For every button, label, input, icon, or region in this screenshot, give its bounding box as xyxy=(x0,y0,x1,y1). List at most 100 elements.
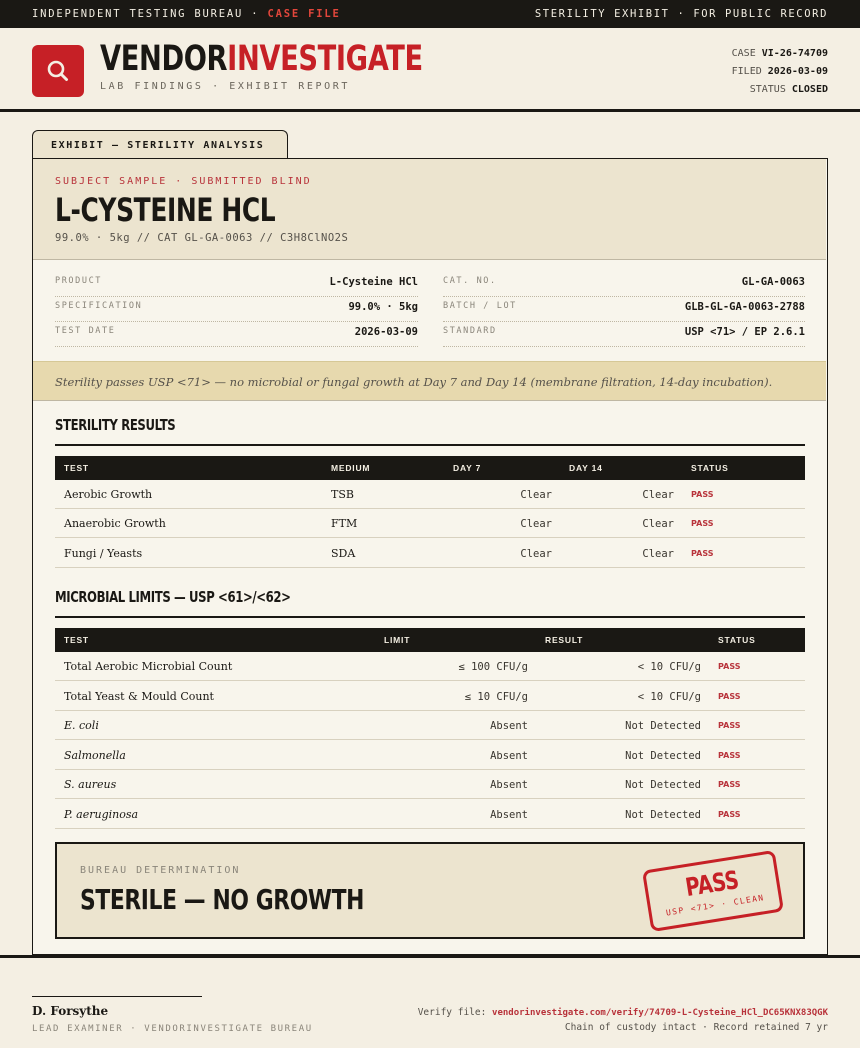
column-header: TEST xyxy=(64,463,89,473)
brand-wordmark: VENDORINVESTIGATE xyxy=(100,40,423,78)
info-label: PRODUCT xyxy=(55,276,103,286)
day14-result: Clear xyxy=(642,489,674,501)
filed-date: FILED 2026-03-09 xyxy=(732,63,828,81)
case-meta: CASE VI-26-74709 FILED 2026-03-09 STATUS… xyxy=(732,45,828,99)
result-value: Not Detected xyxy=(625,750,701,762)
info-row: PRODUCT L-Cysteine HCl xyxy=(55,271,418,297)
subject-block: SUBJECT SAMPLE · SUBMITTED BLIND L-CYSTE… xyxy=(33,159,826,260)
limit-value: Absent xyxy=(490,809,528,821)
status-badge: PASS xyxy=(718,751,741,760)
pass-stamp: PASS USP <71> · CLEAN xyxy=(641,849,785,933)
column-header: STATUS xyxy=(691,463,729,473)
info-label: TEST DATE xyxy=(55,326,116,336)
status-badge: PASS xyxy=(718,721,741,730)
limit-value: ≤ 100 CFU/g xyxy=(458,661,528,673)
medium: SDA xyxy=(331,547,356,560)
case-value: VI-26-74709 xyxy=(761,48,828,59)
test-name: E. coli xyxy=(64,719,99,732)
brand-subtitle: LAB FINDINGS · EXHIBIT REPORT xyxy=(100,81,350,92)
filed-label: FILED xyxy=(731,66,762,77)
table-row: Total Yeast & Mould Count ≤ 10 CFU/g < 1… xyxy=(55,682,805,711)
day7-result: Clear xyxy=(520,489,552,501)
medium: FTM xyxy=(331,517,358,530)
status-label: STATUS xyxy=(749,84,786,95)
result-value: Not Detected xyxy=(625,809,701,821)
day7-result: Clear xyxy=(520,548,552,560)
column-header: LIMIT xyxy=(384,635,411,645)
verify-line: Verify file: vendorinvestigate.com/verif… xyxy=(418,1007,828,1018)
medium: TSB xyxy=(331,488,354,501)
footer: D. Forsythe LEAD EXAMINER · VENDORINVEST… xyxy=(0,955,860,1048)
status-badge: PASS xyxy=(691,490,714,499)
table-row: Fungi / Yeasts SDA Clear Clear PASS xyxy=(55,539,805,568)
logo xyxy=(32,45,84,97)
test-name: Fungi / Yeasts xyxy=(64,547,143,560)
test-name: Total Aerobic Microbial Count xyxy=(64,660,233,673)
top-bar: INDEPENDENT TESTING BUREAU · CASE FILE S… xyxy=(0,0,860,28)
info-row: SPECIFICATION 99.0% · 5kg xyxy=(55,296,418,322)
determination-title-text: STERILE — NO GROWTH xyxy=(80,883,364,916)
determination-kicker: BUREAU DETERMINATION xyxy=(80,865,241,876)
case-status: STATUS CLOSED xyxy=(732,81,828,99)
signature-line xyxy=(32,996,202,997)
column-header: DAY 7 xyxy=(453,463,482,473)
info-row: TEST DATE 2026-03-09 xyxy=(55,321,418,347)
subject-details: 99.0% · 5kg // CAT GL-GA-0063 // C3H8ClN… xyxy=(55,232,349,244)
header: VENDORINVESTIGATE LAB FINDINGS · EXHIBIT… xyxy=(0,28,860,112)
custody-note: Chain of custody intact · Record retaine… xyxy=(564,1022,828,1033)
info-value: GLB-GL-GA-0063-2788 xyxy=(684,301,805,313)
brand-part-investigate: INVESTIGATE xyxy=(227,39,423,79)
stamp-main-text: PASS xyxy=(683,865,741,903)
day14-result: Clear xyxy=(642,518,674,530)
brand-part-vendor: VENDOR xyxy=(100,39,228,79)
case-label: CASE xyxy=(731,48,756,59)
table-row: Salmonella Absent Not Detected PASS xyxy=(55,741,805,770)
test-name: Aerobic Growth xyxy=(64,488,153,501)
status-badge: PASS xyxy=(691,549,714,558)
column-header: STATUS xyxy=(718,635,756,645)
table-row: Total Aerobic Microbial Count ≤ 100 CFU/… xyxy=(55,652,805,681)
result-value: < 10 CFU/g xyxy=(637,691,701,703)
info-value: USP <71> / EP 2.6.1 xyxy=(684,326,805,338)
test-name: Anaerobic Growth xyxy=(64,517,166,530)
bureau-determination: BUREAU DETERMINATION STERILE — NO GROWTH… xyxy=(55,842,805,939)
table-row: Aerobic Growth TSB Clear Clear PASS xyxy=(55,480,805,509)
limit-value: Absent xyxy=(490,779,528,791)
determination-title: STERILE — NO GROWTH xyxy=(80,882,444,918)
day7-result: Clear xyxy=(520,518,552,530)
microbial-title-text: MICROBIAL LIMITS — USP <61>/<62> xyxy=(55,588,291,606)
magnifier-icon xyxy=(47,60,68,81)
exhibit-tab: EXHIBIT — STERILITY ANALYSIS xyxy=(32,130,288,159)
info-label: BATCH / LOT xyxy=(443,301,517,311)
result-value: Not Detected xyxy=(625,720,701,732)
column-header: DAY 14 xyxy=(569,463,603,473)
sterility-title-text: STERILITY RESULTS xyxy=(55,416,176,434)
status-value: CLOSED xyxy=(791,84,828,95)
exhibit-tab-label: EXHIBIT — STERILITY ANALYSIS xyxy=(51,140,265,151)
info-label: SPECIFICATION xyxy=(55,301,143,311)
verify-link[interactable]: vendorinvestigate.com/verify/74709-L-Cys… xyxy=(492,1008,828,1018)
bureau-label: INDEPENDENT TESTING BUREAU · CASE FILE xyxy=(32,8,341,20)
info-label: CAT. NO. xyxy=(443,276,497,286)
subject-title: L-CYSTEINE HCL xyxy=(55,192,337,228)
column-header: RESULT xyxy=(545,635,584,645)
info-value: GL-GA-0063 xyxy=(741,276,805,288)
signer-role: LEAD EXAMINER · VENDORINVESTIGATE BUREAU xyxy=(32,1024,313,1034)
bureau-name: INDEPENDENT TESTING BUREAU · xyxy=(32,8,268,20)
sterility-title: STERILITY RESULTS xyxy=(55,416,209,434)
info-row: BATCH / LOT GLB-GL-GA-0063-2788 xyxy=(443,296,805,322)
test-name: Salmonella xyxy=(64,749,126,762)
limit-value: ≤ 10 CFU/g xyxy=(464,691,528,703)
table-row: P. aeruginosa Absent Not Detected PASS xyxy=(55,800,805,829)
status-badge: PASS xyxy=(718,810,741,819)
microbial-title: MICROBIAL LIMITS — USP <61>/<62> xyxy=(55,588,357,606)
subject-kicker: SUBJECT SAMPLE · SUBMITTED BLIND xyxy=(55,176,312,187)
exhibit-card: SUBJECT SAMPLE · SUBMITTED BLIND L-CYSTE… xyxy=(32,158,828,955)
info-value: L-Cysteine HCl xyxy=(329,276,418,288)
table-row: E. coli Absent Not Detected PASS xyxy=(55,711,805,740)
exhibit-label: STERILITY EXHIBIT · FOR PUBLIC RECORD xyxy=(534,8,828,20)
status-badge: PASS xyxy=(718,692,741,701)
subject-title-text: L-CYSTEINE HCL xyxy=(55,191,276,229)
case-file-label: CASE FILE xyxy=(267,8,341,20)
limit-value: Absent xyxy=(490,750,528,762)
